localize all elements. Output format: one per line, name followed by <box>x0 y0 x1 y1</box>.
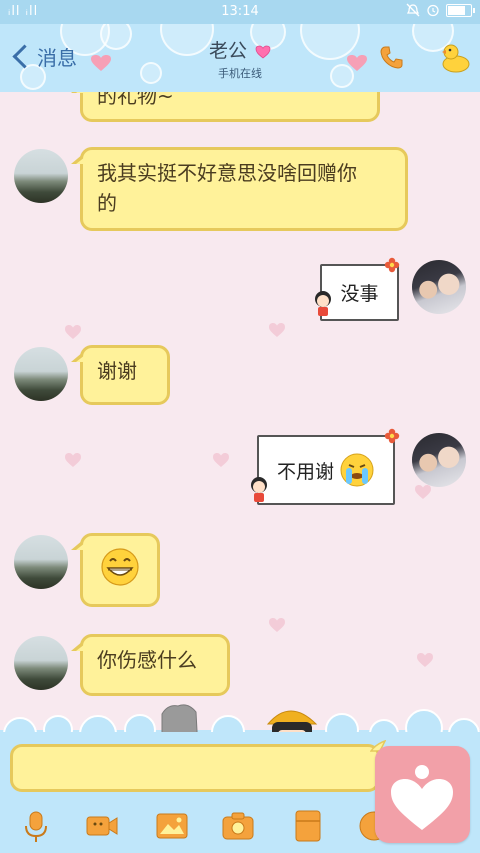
chat-header: 消息 老公 手机在线 <box>0 24 480 92</box>
cartoon-girl-icon <box>315 291 331 316</box>
heart-pattern-icon <box>415 485 431 499</box>
message-text: 我其实挺不好意思没啥回赠你 <box>97 161 357 185</box>
online-status: 手机在线 <box>218 67 262 80</box>
message-text: 你伤感什么 <box>97 648 197 672</box>
message-bubble[interactable]: 谢谢 <box>71 345 170 405</box>
user-avatar[interactable] <box>412 433 466 487</box>
crying-face-icon <box>340 453 374 487</box>
contact-avatar[interactable] <box>14 149 68 203</box>
back-label: 消息 <box>37 45 77 70</box>
duck-icon[interactable] <box>438 40 472 74</box>
message-text: 的 <box>97 191 117 215</box>
video-call-icon[interactable] <box>84 808 120 844</box>
contact-avatar[interactable] <box>14 535 68 589</box>
camera-icon[interactable] <box>220 808 256 844</box>
message-text: 谢谢 <box>97 359 137 383</box>
chevron-left-icon <box>12 43 37 69</box>
heart-pattern-icon <box>417 653 433 667</box>
sticker-message[interactable]: 不用谢 <box>257 435 395 505</box>
phone-icon[interactable] <box>378 44 406 72</box>
heart-pattern-icon <box>65 453 81 467</box>
heart-person-icon <box>391 765 453 830</box>
grinning-face-icon <box>101 548 139 586</box>
message-bubble[interactable] <box>71 533 160 607</box>
message-bubble[interactable]: 你伤感什么 <box>71 634 230 696</box>
flower-icon <box>384 257 400 273</box>
page-title-row: 老公 <box>140 36 340 63</box>
status-icons <box>406 3 475 17</box>
heart-pattern-icon <box>269 323 285 337</box>
file-icon[interactable] <box>290 808 326 844</box>
flower-icon <box>384 428 400 444</box>
message-input[interactable] <box>10 744 380 792</box>
message-bubble[interactable]: 我其实挺不好意思没啥回赠你 的 <box>71 147 408 231</box>
contact-avatar[interactable] <box>14 636 68 690</box>
sticker-text: 没事 <box>340 283 379 305</box>
picture-icon[interactable] <box>154 808 190 844</box>
heart-shortcut-button[interactable] <box>375 746 470 843</box>
sticker-text: 不用谢 <box>277 460 335 483</box>
message-text: 的礼物~ <box>97 92 174 108</box>
chat-title-block[interactable]: 老公 手机在线 <box>140 36 340 81</box>
microphone-icon[interactable] <box>18 808 54 844</box>
cartoon-girl-icon <box>251 477 267 502</box>
alarm-icon <box>427 4 439 17</box>
heart-pattern-icon <box>269 618 285 632</box>
back-button[interactable]: 消息 <box>10 38 77 74</box>
heart-pattern-icon <box>65 325 81 339</box>
message-bubble[interactable]: 的礼物~ <box>71 92 380 122</box>
heart-decoration-icon <box>91 55 111 71</box>
battery-icon <box>446 3 475 17</box>
page-title: 老公 <box>208 40 247 62</box>
contact-avatar[interactable] <box>14 347 68 401</box>
heart-icon <box>255 45 271 59</box>
chat-area: 的礼物~ 我其实挺不好意思没啥回赠你 的 没事 谢谢 不用谢 你伤感什么 <box>0 92 480 732</box>
heart-pattern-icon <box>213 453 229 467</box>
user-avatar[interactable] <box>412 260 466 314</box>
heart-decoration-icon <box>347 55 367 71</box>
muted-bell-icon <box>406 3 420 17</box>
status-bar: ᵢll ᵢll 13:14 <box>0 0 480 24</box>
